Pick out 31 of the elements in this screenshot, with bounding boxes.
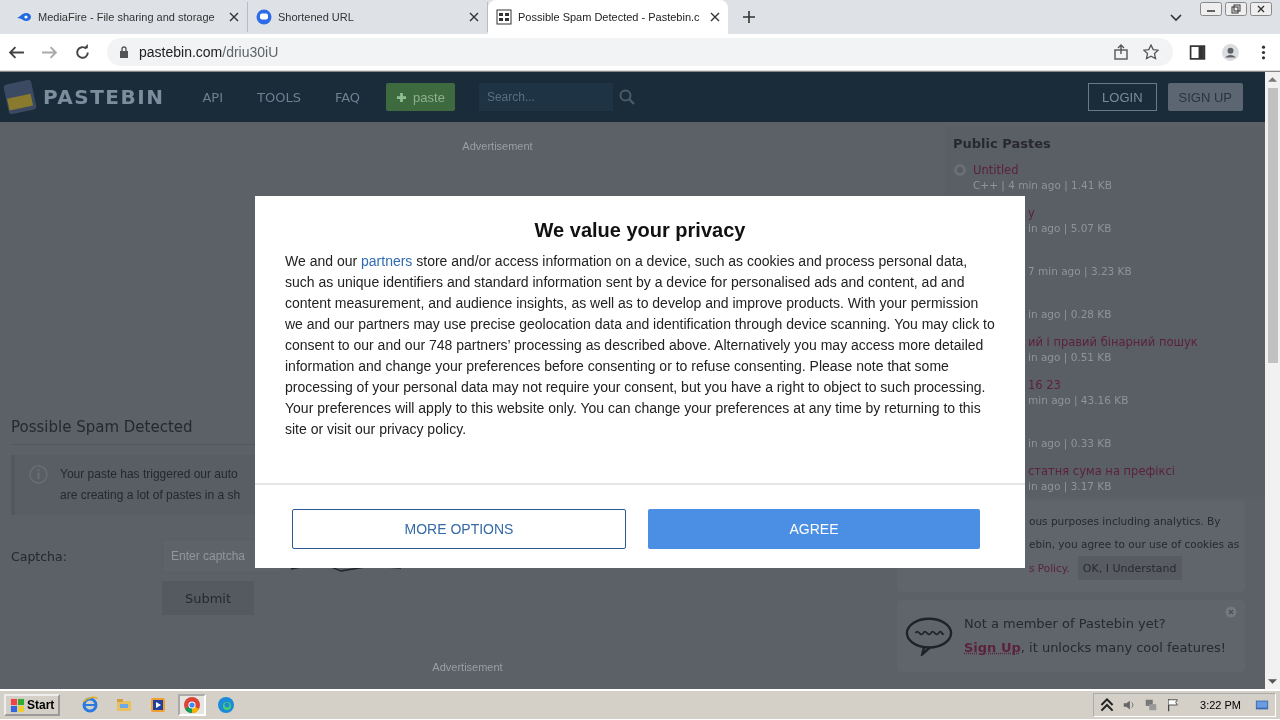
paste-link[interactable]: y (1028, 206, 1112, 222)
browser-tab[interactable]: MediaFire - File sharing and storage (8, 2, 248, 32)
nav-link[interactable]: API (202, 89, 223, 105)
member-text: Not a member of Pastebin yet? (964, 615, 1167, 633)
captcha-label: Captcha: (11, 548, 68, 564)
nav-link[interactable]: FAQ (334, 89, 361, 105)
ad-label: Advertisement (432, 661, 503, 673)
member-text: , it unlocks many cool features! (1020, 640, 1226, 655)
clock[interactable]: 3:22 PM (1200, 699, 1241, 711)
agree-button[interactable]: AGREE (648, 509, 980, 549)
sign-up-link[interactable]: Sign Up (964, 640, 1021, 655)
browser-tab[interactable]: Possible Spam Detected - Pastebin.c (488, 0, 728, 34)
nav-link[interactable]: TOOLS (257, 89, 301, 105)
cookie-text: ebin, you agree to our use of cookies as (1029, 537, 1241, 552)
login-button[interactable]: LOGIN (1088, 83, 1157, 111)
policy-link[interactable]: s Policy. (1029, 562, 1070, 574)
cookie-text: ous purposes including analytics. By (1029, 514, 1222, 529)
browser-tab[interactable]: Shortened URL (248, 2, 488, 32)
partners-link[interactable]: partners (361, 253, 413, 269)
logo-text[interactable]: PASTEBIN (43, 85, 165, 109)
start-button[interactable]: Start (4, 694, 61, 716)
paste-link[interactable]: статня сума на префіксі (1028, 464, 1175, 480)
paste-link[interactable]: Untitled (973, 163, 1112, 179)
search-field[interactable]: Search... (478, 83, 613, 111)
ad-label: Advertisement (462, 140, 533, 152)
paste-link[interactable]: 16 23 (1028, 378, 1129, 394)
more-options-button[interactable]: MORE OPTIONS (292, 509, 626, 549)
dialog-title: We value your privacy (533, 219, 747, 242)
sidebar-title: Public Pastes (953, 136, 1052, 151)
address-field[interactable]: pastebin.com/driu30iU (107, 38, 1173, 66)
new-paste-button[interactable]: paste (386, 83, 455, 111)
